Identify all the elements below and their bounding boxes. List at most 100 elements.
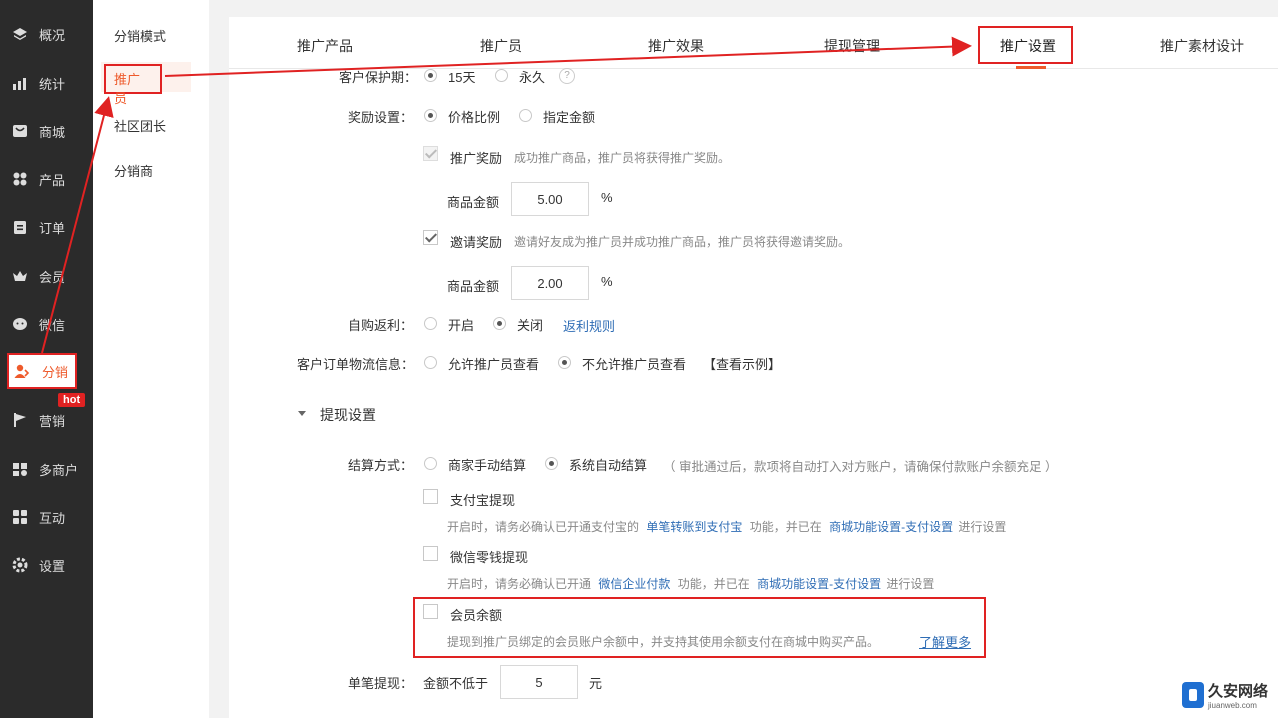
sidebar-item-distribution[interactable]: 分销 bbox=[7, 353, 77, 389]
wechat-checkbox[interactable] bbox=[423, 546, 438, 561]
wechat-label: 微信零钱提现 bbox=[450, 550, 529, 565]
wechat-hint-a: 开启时，请务必确认已开通 bbox=[447, 577, 592, 591]
sidebar-item-label: 订单 bbox=[39, 220, 66, 236]
logistics-label: 客户订单物流信息： bbox=[297, 357, 415, 372]
promo-reward-hint: 成功推广商品，推广员将获得推广奖励。 bbox=[514, 151, 731, 165]
subnav-item-distributor[interactable]: 分销商 bbox=[114, 161, 153, 180]
sidebar-item-product[interactable]: 产品 bbox=[0, 159, 93, 199]
settle-radio-manual[interactable] bbox=[424, 457, 437, 470]
sidebar-item-overview[interactable]: 概况 bbox=[0, 14, 93, 54]
tab-promoters[interactable]: 推广员 bbox=[480, 36, 522, 56]
rebate-rules-link[interactable]: 返利规则 bbox=[563, 316, 615, 335]
sidebar-item-label: 概况 bbox=[39, 27, 66, 43]
merchant-icon bbox=[12, 461, 28, 477]
alipay-pay-settings-link[interactable]: 商城功能设置-支付设置 bbox=[829, 520, 953, 534]
promo-amount-unit: % bbox=[601, 190, 613, 205]
sidebar-item-label: 营销 bbox=[39, 413, 66, 429]
sidebar-item-wechat[interactable]: 微信 bbox=[0, 304, 93, 344]
shop-icon bbox=[12, 123, 28, 139]
help-icon[interactable]: ? bbox=[559, 68, 575, 84]
sidebar-item-stats[interactable]: 统计 bbox=[0, 63, 93, 103]
balance-hint: 提现到推广员绑定的会员账户余额中，并支持其使用余额支付在商城中购买产品。 bbox=[447, 635, 880, 649]
wechat-icon bbox=[12, 316, 28, 332]
wechat-hint-c: 进行设置 bbox=[886, 577, 935, 591]
sidebar-item-settings[interactable]: 设置 bbox=[0, 545, 93, 585]
invite-amount-label: 商品金额 bbox=[447, 279, 500, 294]
logistics-radio-allow[interactable] bbox=[424, 356, 437, 369]
promo-amount-input[interactable]: 5.00 bbox=[511, 182, 589, 216]
tab-promo-effect[interactable]: 推广效果 bbox=[648, 36, 704, 56]
protect-radio-forever[interactable] bbox=[495, 69, 508, 82]
tab-active-indicator bbox=[1016, 66, 1046, 69]
balance-checkbox[interactable] bbox=[423, 604, 438, 619]
self-buy-label: 自购返利： bbox=[348, 318, 414, 333]
sidebar-item-order[interactable]: 订单 bbox=[0, 207, 93, 247]
sidebar-item-label: 多商户 bbox=[39, 462, 79, 478]
tab-highlight-box bbox=[978, 26, 1073, 64]
watermark-icon bbox=[1181, 682, 1204, 708]
logistics-radio-deny[interactable] bbox=[558, 356, 571, 369]
watermark-title: 久安网络 bbox=[1207, 683, 1268, 700]
watermark-logo: 久安网络 jiuanweb.com bbox=[1181, 680, 1268, 710]
self-buy-opt-off: 关闭 bbox=[517, 318, 544, 333]
single-withdraw-label: 单笔提现： bbox=[348, 676, 414, 691]
crown-icon bbox=[12, 268, 28, 284]
invite-amount-input[interactable]: 2.00 bbox=[511, 266, 589, 300]
reward-radio-ratio[interactable] bbox=[424, 109, 437, 122]
tab-bar: 推广产品 推广员 推广效果 提现管理 推广设置 推广素材设计 bbox=[229, 17, 1278, 69]
sidebar-item-label: 商城 bbox=[39, 124, 66, 140]
wechat-hint-b: 功能，并已在 bbox=[677, 577, 750, 591]
wechat-pay-link[interactable]: 微信企业付款 bbox=[598, 577, 670, 591]
watermark-url: jiuanweb.com bbox=[1207, 701, 1257, 710]
reward-opt-fixed: 指定金额 bbox=[543, 110, 596, 125]
subnav-item-promoter[interactable]: 推广员 bbox=[101, 62, 191, 106]
reward-label: 奖励设置： bbox=[348, 110, 414, 125]
subnav-item-community[interactable]: 社区团长 bbox=[114, 116, 166, 135]
sidebar-item-marketing[interactable]: 营销 bbox=[0, 400, 93, 440]
self-buy-radio-on[interactable] bbox=[424, 317, 437, 330]
sidebar-item-merchant[interactable]: 多商户 bbox=[0, 449, 93, 489]
tab-withdraw-manage[interactable]: 提现管理 bbox=[824, 36, 880, 56]
invite-reward-checkbox[interactable] bbox=[423, 230, 438, 245]
sidebar-item-member[interactable]: 会员 bbox=[0, 256, 93, 296]
logistics-opt-deny: 不允许推广员查看 bbox=[582, 357, 687, 372]
sidebar-item-shop[interactable]: 商城 bbox=[0, 111, 93, 151]
single-withdraw-input[interactable]: 5 bbox=[500, 665, 578, 699]
single-withdraw-unit: 元 bbox=[589, 676, 603, 691]
wechat-hint: 开启时，请务必确认已开通 微信企业付款 功能，并已在 商城功能设置-支付设置 进… bbox=[447, 575, 934, 592]
settle-opt-auto: 系统自动结算 bbox=[569, 458, 648, 473]
sidebar-item-label: 互动 bbox=[39, 510, 66, 526]
self-buy-opt-on: 开启 bbox=[448, 318, 475, 333]
settle-radio-auto[interactable] bbox=[545, 457, 558, 470]
users-icon bbox=[14, 363, 30, 379]
settle-opt-manual: 商家手动结算 bbox=[448, 458, 527, 473]
withdraw-section-title: 提现设置 bbox=[320, 407, 376, 423]
sidebar-item-label: 会员 bbox=[39, 269, 66, 285]
layers-icon bbox=[12, 26, 28, 42]
sidebar-item-interact[interactable]: 互动 bbox=[0, 497, 93, 537]
protect-radio-15d[interactable] bbox=[424, 69, 437, 82]
sidebar-item-label: 设置 bbox=[39, 558, 66, 574]
tab-promo-products[interactable]: 推广产品 bbox=[297, 36, 353, 56]
reward-radio-fixed[interactable] bbox=[519, 109, 532, 122]
alipay-hint-a: 开启时，请务必确认已开通支付宝的 bbox=[447, 520, 640, 534]
self-buy-radio-off[interactable] bbox=[493, 317, 506, 330]
wechat-pay-settings-link[interactable]: 商城功能设置-支付设置 bbox=[757, 577, 881, 591]
main-panel: 推广产品 推广员 推广效果 提现管理 推广设置 推广素材设计 客户保护期： 15… bbox=[229, 17, 1278, 718]
collapse-arrow-icon[interactable] bbox=[298, 411, 306, 416]
flag-icon bbox=[12, 412, 28, 428]
balance-label: 会员余额 bbox=[450, 608, 503, 623]
alipay-transfer-link[interactable]: 单笔转账到支付宝 bbox=[646, 520, 742, 534]
promo-reward-checkbox[interactable] bbox=[423, 146, 438, 161]
chart-icon bbox=[12, 75, 28, 91]
alipay-checkbox[interactable] bbox=[423, 489, 438, 504]
sidebar-item-label: 统计 bbox=[39, 76, 66, 92]
interact-icon bbox=[12, 509, 28, 525]
logistics-opt-allow: 允许推广员查看 bbox=[448, 357, 540, 372]
main-sidebar: 概况 统计 商城 产品 订单 会员 微信 分销 hot 营销 多商户 互动 设置 bbox=[0, 0, 93, 718]
view-example-link[interactable]: 【查看示例】 bbox=[703, 354, 781, 373]
learn-more-link[interactable]: 了解更多 bbox=[919, 632, 971, 651]
subnav-item-mode[interactable]: 分销模式 bbox=[114, 26, 166, 45]
sidebar-item-label: 分销 bbox=[42, 364, 69, 380]
tab-promo-material[interactable]: 推广素材设计 bbox=[1160, 36, 1244, 56]
